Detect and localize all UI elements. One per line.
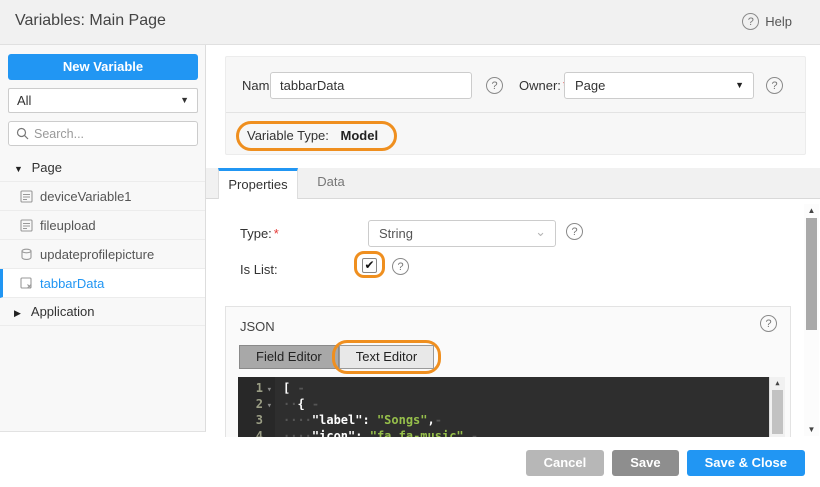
variable-filter-value: All [17, 93, 32, 108]
service-variable-icon [20, 248, 33, 261]
line-number: 1 ▾ [238, 380, 275, 396]
sidebar-item-devicevariable1[interactable]: deviceVariable1 [0, 182, 205, 211]
help-icon: ? [742, 13, 760, 30]
sidebar-item-updateprofilepicture[interactable]: updateprofilepicture [0, 240, 205, 269]
cancel-button[interactable]: Cancel [525, 450, 605, 476]
sidebar-group-page[interactable]: ▼ Page [0, 154, 205, 182]
dialog-footer: Cancel Save Save & Close [0, 437, 820, 487]
search-input[interactable]: Search... [8, 121, 198, 146]
annotation-ring-is-list: ✔ [354, 251, 385, 278]
editor-scrollbar-thumb[interactable] [772, 390, 783, 434]
scroll-up-icon[interactable]: ▲ [804, 206, 819, 215]
name-field[interactable] [270, 72, 472, 99]
search-icon [16, 127, 29, 140]
sidebar-item-tabbardata[interactable]: tabbarData [0, 269, 205, 298]
scroll-down-icon[interactable]: ▼ [804, 425, 819, 434]
line-number: 4 [255, 429, 263, 437]
type-select[interactable]: String ⌄ [368, 220, 556, 247]
owner-help-icon[interactable]: ? [766, 77, 783, 94]
code-line: ····"label": "Songs",- [283, 413, 442, 427]
tab-properties[interactable]: Properties [218, 168, 298, 200]
divider [226, 112, 805, 113]
editor-mode-toggle: Field Editor Text Editor [239, 340, 442, 374]
variable-type-row: Variable Type: Model [236, 121, 398, 151]
new-variable-button[interactable]: New Variable [8, 54, 198, 80]
owner-select[interactable]: Page ▼ [564, 72, 754, 99]
editor-code-area[interactable]: [ - ··{ - ····"label": "Songs",- ····"ic… [275, 377, 769, 437]
page-title: Variables: Main Page [15, 12, 166, 29]
line-number: 3 [255, 413, 263, 427]
code-line: [ - [283, 381, 305, 395]
type-value: String [379, 226, 413, 241]
help-link[interactable]: ? Help [742, 13, 792, 30]
sidebar-group-application[interactable]: ▶ Application [0, 298, 205, 326]
tab-data[interactable]: Data [306, 168, 356, 199]
variable-meta-panel: Name:* ? Owner:* Page ▼ ? Variable Type:… [225, 56, 806, 155]
is-list-label: Is List: [240, 262, 278, 277]
collapse-arrow-icon: ▼ [14, 164, 23, 174]
help-label: Help [765, 14, 792, 29]
json-help-icon[interactable]: ? [760, 315, 777, 332]
variable-item-label: tabbarData [40, 275, 105, 291]
field-editor-button[interactable]: Field Editor [239, 345, 339, 369]
type-label: Type: * [240, 226, 279, 241]
save-and-close-button[interactable]: Save & Close [686, 450, 805, 476]
model-variable-icon [20, 276, 33, 290]
chevron-down-icon: ⌄ [535, 224, 546, 239]
properties-panel: Type: * String ⌄ ? Is List: ✔ ? JSON ? Fi… [206, 199, 820, 437]
expand-arrow-icon: ▶ [14, 308, 21, 318]
variables-dialog: Variables: Main Page ? Help New Variable… [0, 0, 820, 487]
is-list-help-icon[interactable]: ? [392, 258, 409, 275]
sidebar-item-fileupload[interactable]: fileupload [0, 211, 205, 240]
tab-strip: Properties Data [206, 168, 820, 200]
json-section: JSON ? Field Editor Text Editor 1 ▾ 2 ▾ 3 … [225, 306, 791, 437]
annotation-ring-variable-type: Variable Type: Model [236, 121, 398, 151]
footer-buttons: Cancel Save Save & Close [525, 450, 805, 476]
editor-gutter: 1 ▾ 2 ▾ 3 4 [238, 377, 275, 437]
group-label: Page [31, 160, 62, 175]
type-help-icon[interactable]: ? [566, 223, 583, 240]
annotation-ring-text-editor: Text Editor [331, 340, 442, 374]
text-editor-button[interactable]: Text Editor [338, 345, 435, 369]
owner-label: Owner:* [519, 78, 568, 93]
properties-scrollbar-thumb[interactable] [806, 218, 817, 330]
properties-scrollbar[interactable]: ▲ ▼ [804, 204, 819, 436]
dialog-header: Variables: Main Page ? Help [0, 0, 820, 45]
code-line: ····"icon": "fa fa-music",- [283, 429, 479, 437]
variable-type-label: Variable Type: [247, 128, 329, 143]
group-label: Application [30, 304, 95, 319]
save-button[interactable]: Save [612, 450, 679, 476]
owner-value: Page [575, 78, 606, 93]
scroll-up-icon[interactable]: ▲ [770, 379, 785, 387]
dropdown-arrow-icon: ▼ [180, 95, 189, 105]
line-number: 2 ▾ [238, 396, 275, 412]
is-list-checkbox[interactable]: ✔ [362, 258, 377, 273]
variable-filter-select[interactable]: All ▼ [8, 88, 198, 113]
device-variable-icon [20, 218, 33, 232]
variable-item-label: fileupload [40, 217, 96, 233]
variable-type-value: Model [340, 128, 379, 143]
dropdown-arrow-icon: ▼ [735, 80, 744, 90]
device-variable-icon [20, 189, 33, 203]
variable-item-label: updateprofilepicture [40, 246, 155, 262]
name-help-icon[interactable]: ? [486, 77, 503, 94]
editor-scrollbar[interactable]: ▲ [769, 377, 785, 437]
code-line: ··{ - [283, 397, 320, 411]
json-section-title: JSON [240, 319, 275, 334]
required-marker: * [273, 226, 279, 241]
variable-item-label: deviceVariable1 [40, 188, 132, 204]
json-text-editor[interactable]: 1 ▾ 2 ▾ 3 4 [ - ··{ - ····"label": "Songs"… [238, 377, 785, 437]
variables-sidebar: New Variable All ▼ Search... ▼ Page devi… [0, 45, 206, 432]
search-placeholder: Search... [34, 126, 85, 141]
